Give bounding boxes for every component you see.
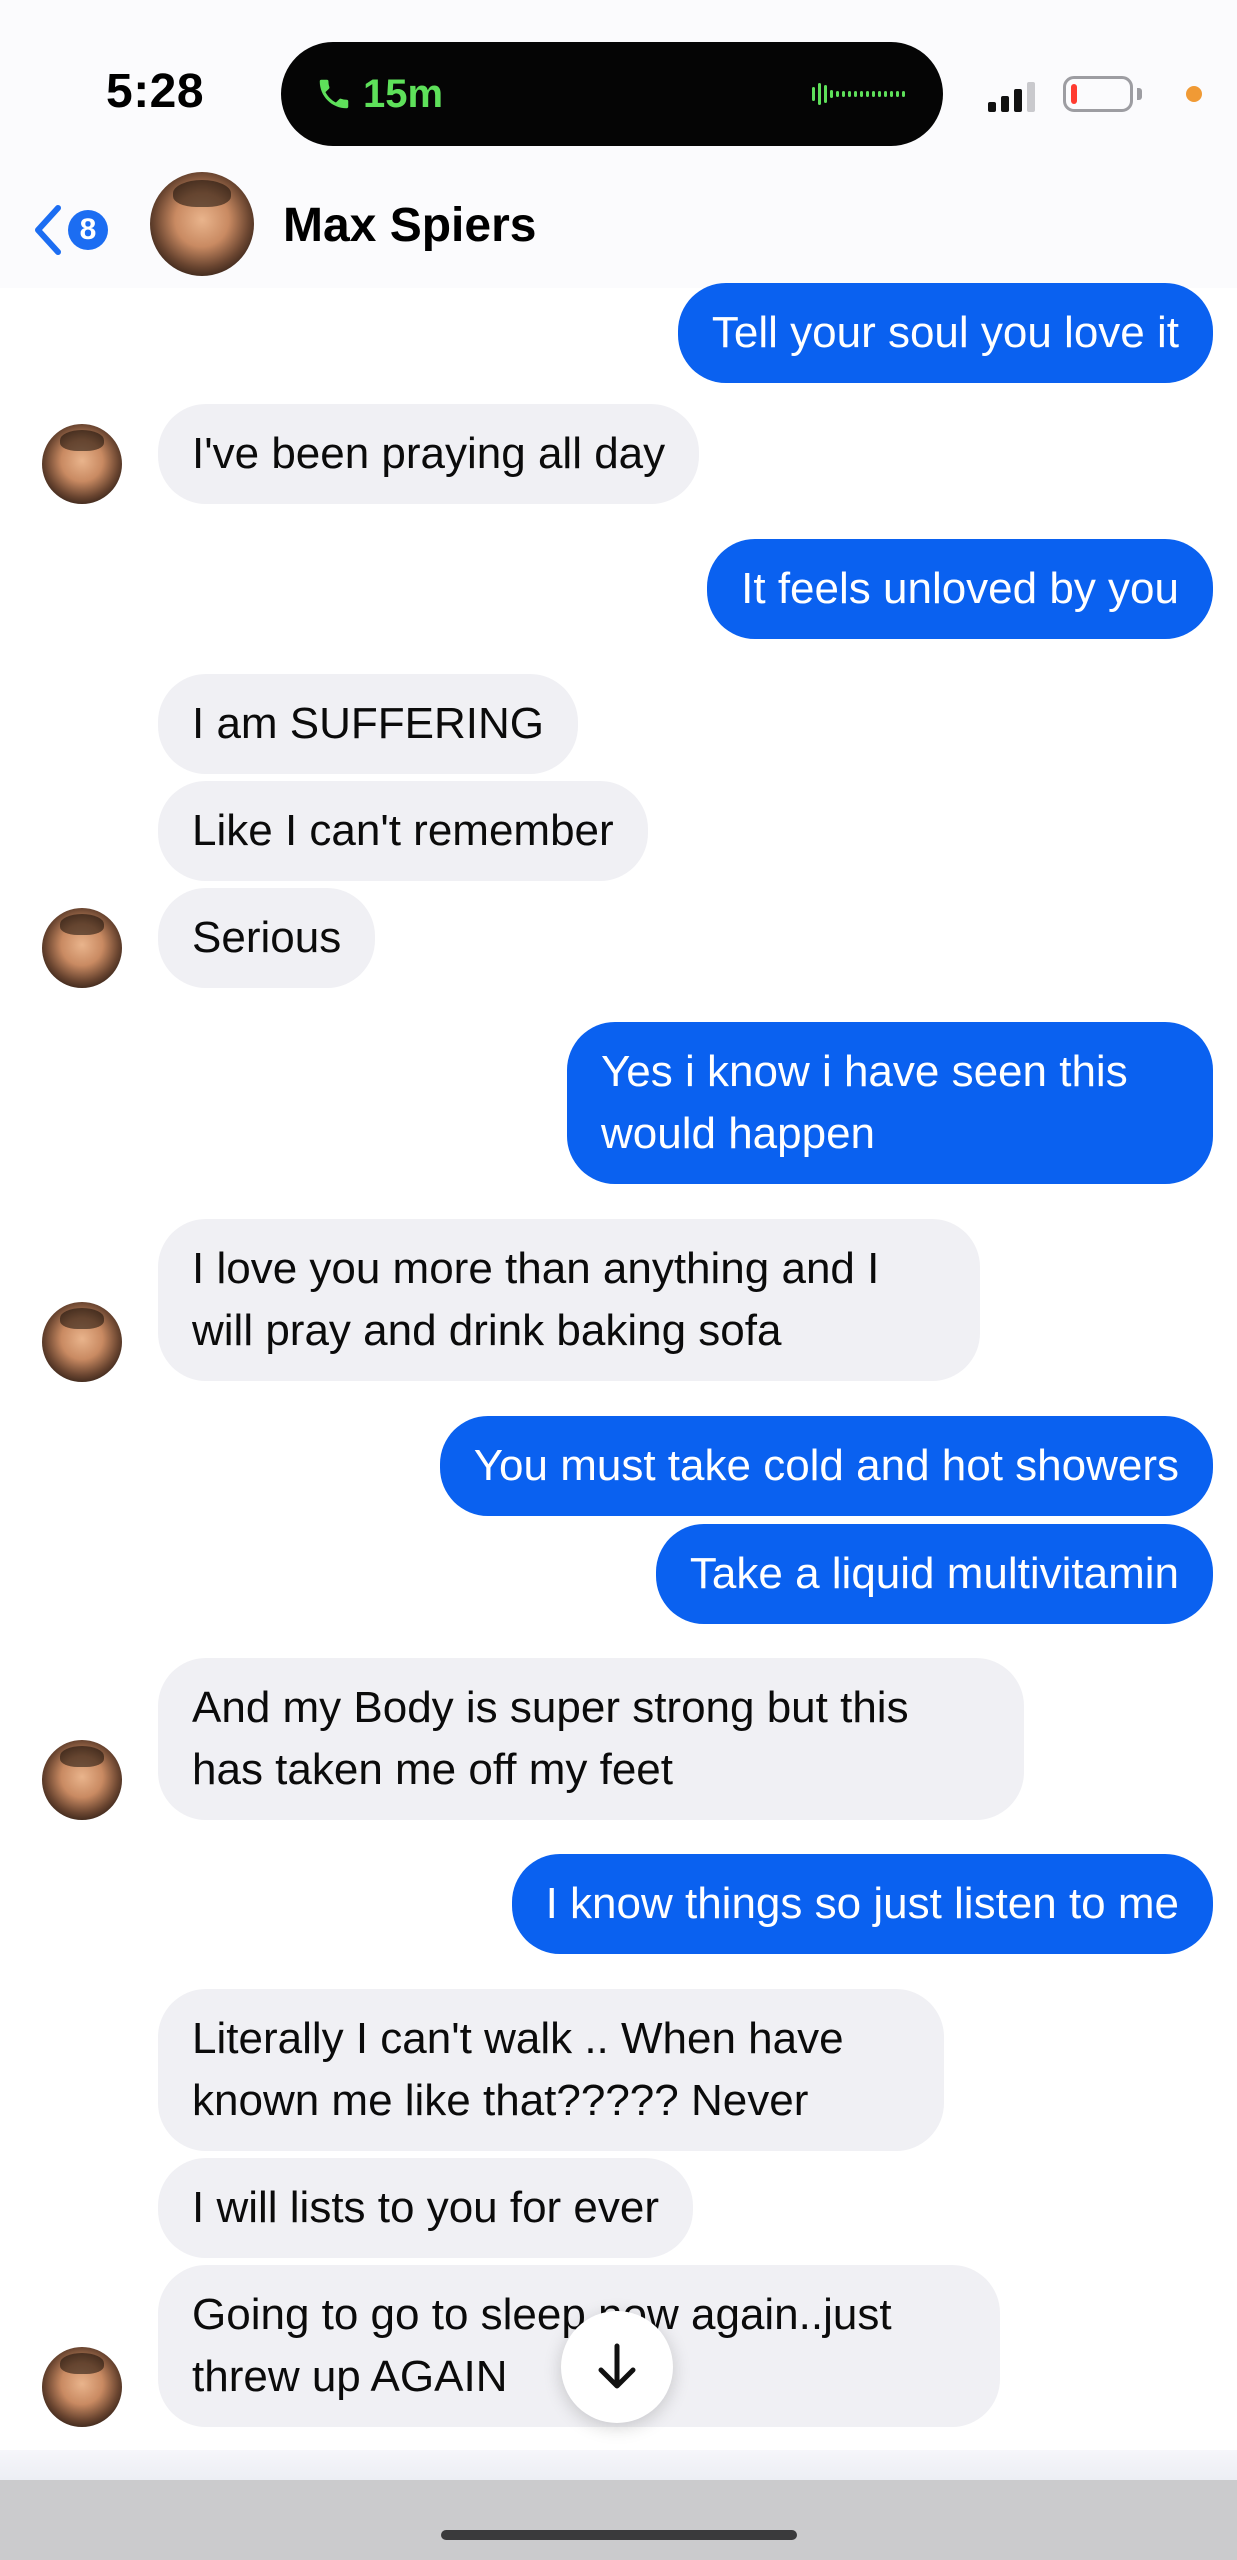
message-outgoing[interactable]: Take a liquid multivitamin xyxy=(655,1524,1213,1624)
audio-waveform-icon xyxy=(812,82,905,106)
chevron-left-icon xyxy=(30,202,64,258)
sender-avatar[interactable] xyxy=(42,424,122,504)
sender-avatar[interactable] xyxy=(42,1302,122,1382)
message-outgoing[interactable]: Yes i know i have seen this would happen xyxy=(567,1022,1213,1184)
battery-icon xyxy=(1063,76,1133,112)
sender-avatar[interactable] xyxy=(42,908,122,988)
bottom-bar xyxy=(0,2480,1237,2560)
active-call-indicator[interactable]: 15m xyxy=(315,68,443,120)
battery-level xyxy=(1071,84,1077,104)
arrow-down-icon xyxy=(598,2343,636,2389)
unread-count-badge: 8 xyxy=(68,210,108,250)
cellular-signal-icon xyxy=(988,82,1035,112)
composer-fade xyxy=(0,2450,1237,2480)
sender-avatar[interactable] xyxy=(42,1740,122,1820)
back-button[interactable]: 8 xyxy=(30,190,108,270)
contact-avatar[interactable] xyxy=(150,172,254,276)
message-incoming[interactable]: And my Body is super strong but this has… xyxy=(158,1658,1024,1820)
message-outgoing[interactable]: You must take cold and hot showers xyxy=(439,1416,1213,1516)
call-duration: 15m xyxy=(363,71,444,116)
status-bar: 5:28 15m xyxy=(0,0,1237,170)
message-outgoing[interactable]: Tell your soul you love it xyxy=(677,283,1213,383)
phone-icon xyxy=(319,79,349,109)
message-incoming[interactable]: Literally I can't walk .. When have know… xyxy=(158,1989,944,2151)
contact-name[interactable]: Max Spiers xyxy=(283,198,536,253)
message-incoming[interactable]: I love you more than anything and I will… xyxy=(158,1219,980,1381)
home-indicator[interactable] xyxy=(441,2530,797,2540)
status-time: 5:28 xyxy=(106,65,205,118)
conversation-header: 8 Max Spiers xyxy=(0,170,1237,288)
message-incoming[interactable]: Like I can't remember xyxy=(158,781,648,881)
message-outgoing[interactable]: I know things so just listen to me xyxy=(511,1854,1213,1954)
message-incoming[interactable]: Serious xyxy=(158,888,376,988)
message-incoming[interactable]: I will lists to you for ever xyxy=(158,2158,694,2258)
microphone-in-use-indicator xyxy=(1186,86,1202,102)
sender-avatar[interactable] xyxy=(42,2347,122,2427)
message-incoming[interactable]: I've been praying all day xyxy=(158,404,700,504)
message-outgoing[interactable]: It feels unloved by you xyxy=(707,539,1213,639)
message-incoming[interactable]: I am SUFFERING xyxy=(158,674,579,774)
scroll-to-bottom-button[interactable] xyxy=(561,2311,673,2423)
dynamic-island[interactable]: 15m xyxy=(281,42,943,146)
battery-terminal xyxy=(1137,88,1142,100)
